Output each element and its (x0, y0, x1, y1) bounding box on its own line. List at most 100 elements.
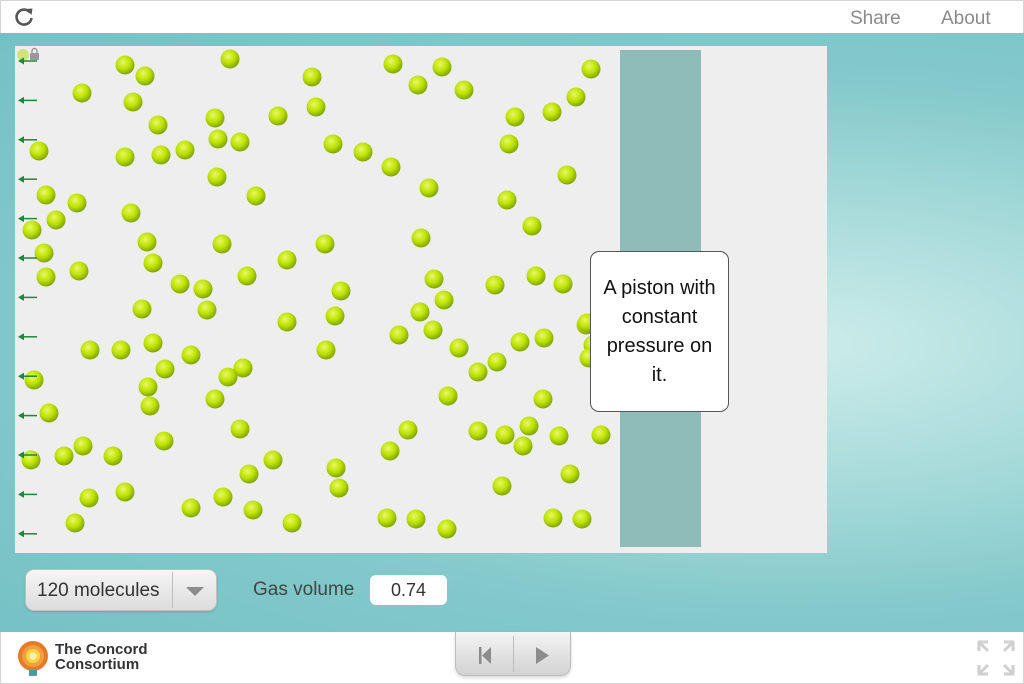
gas-molecule (323, 134, 343, 154)
playback-controls (455, 632, 571, 676)
gas-molecule (424, 269, 444, 289)
gas-molecule (175, 140, 195, 160)
gas-molecule (246, 186, 266, 206)
gas-molecule (542, 102, 562, 122)
gas-molecule (277, 250, 297, 270)
gas-molecule (432, 57, 452, 77)
gas-molecule (434, 290, 454, 310)
gas-molecule (468, 362, 488, 382)
gas-molecule (121, 203, 141, 223)
gas-molecule (438, 386, 458, 406)
gas-molecule (505, 107, 525, 127)
gas-molecule (207, 167, 227, 187)
gas-molecule (533, 389, 553, 409)
gas-molecule (197, 300, 217, 320)
gas-molecule (316, 340, 336, 360)
gas-molecule (519, 416, 539, 436)
gas-molecule (237, 266, 257, 286)
gas-molecule (411, 228, 431, 248)
gas-molecule (492, 476, 512, 496)
gas-molecule (306, 97, 326, 117)
top-bar: Share About (0, 0, 1024, 33)
gas-molecule (437, 519, 457, 539)
gas-molecule (239, 464, 259, 484)
pressure-arrow-icon (18, 412, 37, 420)
gas-molecule (449, 338, 469, 358)
pressure-arrow-icon (18, 254, 37, 262)
gas-molecule (485, 275, 505, 295)
gas-molecule (103, 446, 123, 466)
gas-molecule (230, 132, 250, 152)
gas-molecule (553, 274, 573, 294)
pressure-arrow-icon (18, 57, 37, 65)
gas-molecule (140, 396, 160, 416)
gas-molecule (143, 333, 163, 353)
gas-molecule (557, 165, 577, 185)
gas-molecule (115, 55, 135, 75)
gas-molecule (212, 234, 232, 254)
gas-molecule (581, 59, 601, 79)
pressure-arrow-icon (18, 490, 37, 498)
gas-molecule (487, 352, 507, 372)
gas-molecule (315, 234, 335, 254)
gas-molecule (193, 279, 213, 299)
gas-molecule (566, 87, 586, 107)
gas-volume-readout: 0.74 (370, 575, 447, 605)
gas-molecule (406, 509, 426, 529)
logo-line2: Consortium (55, 656, 140, 673)
logo-line1: The Concord (55, 641, 148, 658)
gas-molecule (410, 302, 430, 322)
gas-molecule (353, 142, 373, 162)
gas-molecule (383, 54, 403, 74)
play-button[interactable] (514, 632, 571, 676)
gas-molecule (138, 377, 158, 397)
gas-molecule (213, 487, 233, 507)
gas-molecule (325, 306, 345, 326)
share-link[interactable]: Share (850, 8, 901, 30)
gas-molecule (230, 419, 250, 439)
concord-logo-icon[interactable] (13, 636, 53, 680)
gas-molecule (510, 332, 530, 352)
gas-molecule (143, 253, 163, 273)
about-link[interactable]: About (941, 8, 991, 30)
gas-molecule (513, 436, 533, 456)
interactive-stage: A piston with constant pressure on it. 1… (0, 33, 1024, 632)
pressure-arrow-icon (18, 293, 37, 301)
pressure-arrow-icon (18, 372, 37, 380)
gas-molecule (154, 431, 174, 451)
gas-molecule (135, 66, 155, 86)
gas-molecule (170, 274, 190, 294)
bottom-bar: The Concord Consortium (0, 632, 1024, 684)
pressure-arrow-icon (18, 530, 37, 538)
chevron-down-icon (186, 587, 204, 596)
reload-icon[interactable] (13, 6, 35, 28)
pressure-arrow-icon (18, 333, 37, 341)
gas-molecule (67, 193, 87, 213)
gas-molecule (499, 134, 519, 154)
gas-molecule (181, 498, 201, 518)
gas-molecule (137, 232, 157, 252)
gas-molecule (495, 425, 515, 445)
gas-molecule (220, 49, 240, 69)
gas-molecule (155, 359, 175, 379)
gas-molecule (497, 190, 517, 210)
pressure-arrow-icon (18, 136, 37, 144)
gas-molecule (282, 513, 302, 533)
logo-text: The Concord Consortium (55, 642, 148, 672)
gas-molecule (534, 328, 554, 348)
gas-molecule (408, 75, 428, 95)
gas-molecule (591, 425, 611, 445)
fullscreen-icon[interactable] (976, 639, 1016, 677)
gas-molecule (115, 147, 135, 167)
piston-callout: A piston with constant pressure on it. (590, 251, 729, 412)
molecule-count-dropdown[interactable]: 120 molecules (25, 569, 217, 611)
gas-molecule (377, 508, 397, 528)
gas-molecule (65, 513, 85, 533)
gas-molecule (389, 325, 409, 345)
reset-button[interactable] (456, 632, 513, 676)
gas-molecule (522, 216, 542, 236)
gas-molecule (381, 157, 401, 177)
gas-molecule (218, 367, 238, 387)
play-icon (536, 647, 549, 664)
gas-molecule (46, 210, 66, 230)
